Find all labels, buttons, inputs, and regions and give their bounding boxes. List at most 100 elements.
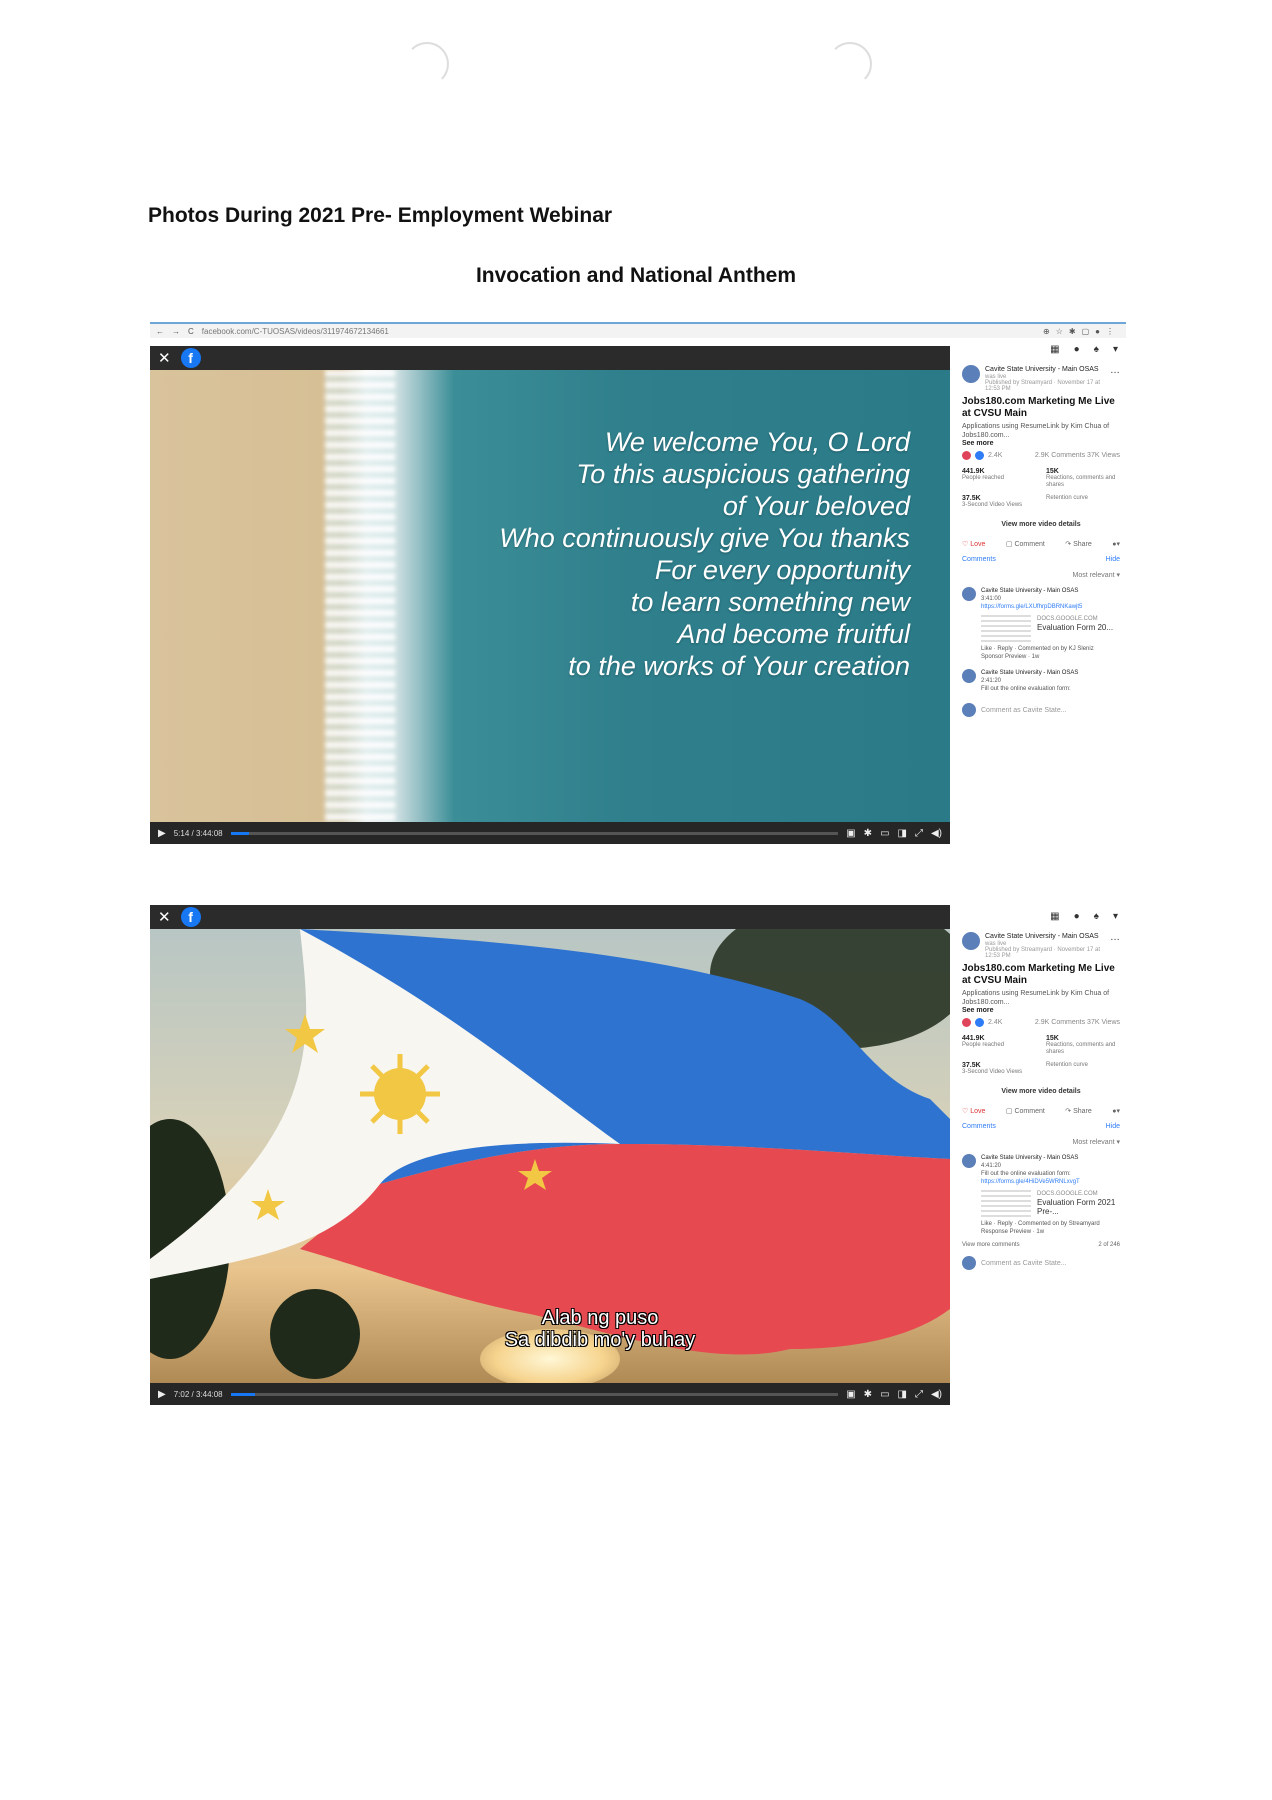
captions-icon[interactable]: ▣ — [846, 1389, 855, 1400]
video-progress-bar[interactable] — [230, 831, 839, 835]
facebook-logo-icon[interactable]: f — [180, 907, 201, 927]
more-options-icon[interactable]: … — [1110, 365, 1120, 376]
comment-composer[interactable]: Comment as Cavite State... — [956, 697, 1126, 723]
comment-link[interactable]: https://forms.gle/4HiDVe5WRNLxvgT — [981, 1178, 1120, 1186]
address-bar[interactable]: facebook.com/C-TUOSAS/videos/31197467213… — [202, 327, 389, 336]
comments-tab[interactable]: Comments — [962, 1123, 996, 1130]
pip-icon[interactable]: ◨ — [898, 1389, 907, 1400]
menu-grid-icon[interactable]: ▦ — [1050, 911, 1059, 922]
volume-icon[interactable]: ◀) — [931, 1389, 942, 1400]
comments-header: Comments Hide — [956, 548, 1126, 567]
comment-footer[interactable]: Like · Reply · Commented on by KJ Sleniz — [981, 645, 1113, 653]
captions-icon[interactable]: ▣ — [846, 828, 855, 839]
audience-selector[interactable]: ●▾ — [1112, 1107, 1120, 1115]
comment-footer-secondary: Sponsor Preview · 1w — [981, 654, 1040, 660]
page-name[interactable]: Cavite State University - Main OSAS — [985, 932, 1105, 941]
comment-button[interactable]: ▢ Comment — [1006, 540, 1045, 548]
reaction-summary[interactable]: 2.4K 2.9K Comments 37K Views — [962, 1018, 1120, 1027]
hd-icon[interactable]: ▭ — [880, 828, 889, 839]
hide-comments-link[interactable]: Hide — [1106, 1123, 1120, 1130]
comment-footer[interactable]: Like · Reply · Commented on by Streamyar… — [981, 1220, 1120, 1228]
love-button[interactable]: ♡ Love — [962, 540, 985, 548]
page-avatar[interactable] — [962, 932, 980, 950]
video-player[interactable]: ✕ f We welcome You, O Lord To this auspi… — [150, 346, 950, 844]
comment-footer-secondary: Response Preview · 1w — [981, 1229, 1045, 1235]
love-button[interactable]: ♡ Love — [962, 1107, 985, 1115]
settings-gear-icon[interactable]: ✱ — [864, 828, 872, 839]
reload-icon[interactable]: C — [188, 327, 194, 336]
notifications-bell-icon[interactable]: ♠ — [1094, 344, 1099, 355]
progress-fill — [230, 1392, 255, 1396]
comments-views-count[interactable]: 2.9K Comments 37K Views — [1035, 1019, 1120, 1026]
reaction-count: 2.4K — [988, 452, 1003, 459]
volume-icon[interactable]: ◀) — [931, 828, 942, 839]
page-name[interactable]: Cavite State University - Main OSAS — [985, 365, 1105, 374]
video-progress-bar[interactable] — [230, 1392, 839, 1396]
view-more-comments-row: View more comments 2 of 246 — [956, 1240, 1126, 1250]
hide-comments-link[interactable]: Hide — [1106, 556, 1120, 563]
menu-grid-icon[interactable]: ▦ — [1050, 344, 1059, 355]
account-chevron-icon[interactable]: ▾ — [1113, 911, 1118, 922]
hd-icon[interactable]: ▭ — [880, 1389, 889, 1400]
comment-button[interactable]: ▢ Comment — [1006, 1107, 1045, 1115]
browser-extension-icons[interactable]: ⊕☆✱▢●⋮ — [1043, 327, 1120, 336]
back-icon[interactable]: ← — [156, 327, 164, 336]
commenter-name[interactable]: Cavite State University - Main OSAS — [981, 669, 1078, 677]
comment-sort-dropdown[interactable]: Most relevant ▾ — [956, 567, 1126, 583]
comment-input[interactable]: Comment as Cavite State... — [981, 707, 1067, 714]
comments-tab[interactable]: Comments — [962, 556, 996, 563]
commenter-avatar[interactable] — [962, 1154, 976, 1168]
see-more-link[interactable]: See more — [962, 440, 1120, 447]
post-card: Cavite State University - Main OSAS was … — [956, 928, 1126, 1107]
commenter-avatar[interactable] — [962, 669, 976, 683]
facebook-logo-icon[interactable]: f — [180, 348, 201, 368]
commenter-avatar[interactable] — [962, 587, 976, 601]
link-preview-source: DOCS.GOOGLE.COM — [1037, 616, 1098, 622]
messenger-icon[interactable]: ● — [1074, 911, 1080, 922]
lyric-line: to the works of Your creation — [568, 651, 910, 681]
settings-gear-icon[interactable]: ✱ — [864, 1389, 872, 1400]
comment-composer[interactable]: Comment as Cavite State... — [956, 1250, 1126, 1276]
video-player[interactable]: ✕ f Alab ng puso Sa dibdib mo'y buhay ▶ … — [150, 905, 950, 1405]
pip-icon[interactable]: ◨ — [898, 828, 907, 839]
link-preview-source: DOCS.GOOGLE.COM — [1037, 1191, 1098, 1197]
stat-item: 15K Reactions, comments and shares — [1046, 468, 1120, 489]
comment-link[interactable]: https://forms.gle/LXUfhrpDBRNKawjt5 — [981, 603, 1113, 611]
subtitle-line: Alab ng puso — [541, 1307, 659, 1329]
view-details-button[interactable]: View more video details — [962, 521, 1120, 528]
link-preview-thumbnail — [981, 1190, 1031, 1220]
commenter-name[interactable]: Cavite State University - Main OSAS — [981, 587, 1113, 595]
comment-sort-dropdown[interactable]: Most relevant ▾ — [956, 1134, 1126, 1150]
link-preview[interactable]: DOCS.GOOGLE.COM Evaluation Form 20... — [981, 615, 1113, 645]
audience-selector[interactable]: ●▾ — [1112, 540, 1120, 548]
close-icon[interactable]: ✕ — [158, 908, 171, 926]
view-details-button[interactable]: View more video details — [962, 1088, 1120, 1095]
post-side-panel: ▦ ● ♠ ▾ Cavite State University - Main O… — [956, 905, 1126, 1405]
fullscreen-icon[interactable]: ⤢ — [915, 1389, 923, 1400]
see-more-link[interactable]: See more — [962, 1007, 1120, 1014]
link-preview[interactable]: DOCS.GOOGLE.COM Evaluation Form 2021 Pre… — [981, 1190, 1120, 1220]
stat-label: Reactions, comments and shares — [1046, 475, 1116, 488]
page-avatar[interactable] — [962, 365, 980, 383]
insights-stats: 441.9K People reached 15K Reactions, comme… — [962, 1035, 1120, 1076]
comment-item: Cavite State University - Main OSAS 4:41… — [956, 1150, 1126, 1240]
messenger-icon[interactable]: ● — [1074, 344, 1080, 355]
comments-views-count[interactable]: 2.9K Comments 37K Views — [1035, 452, 1120, 459]
love-label: Love — [970, 541, 986, 548]
notifications-bell-icon[interactable]: ♠ — [1094, 911, 1099, 922]
share-button[interactable]: ↷ Share — [1065, 1107, 1092, 1115]
link-preview-thumbnail — [981, 615, 1031, 645]
comment-input[interactable]: Comment as Cavite State... — [981, 1260, 1067, 1267]
play-icon[interactable]: ▶ — [158, 828, 166, 839]
share-button[interactable]: ↷ Share — [1065, 540, 1092, 548]
commenter-name[interactable]: Cavite State University - Main OSAS — [981, 1154, 1120, 1162]
fullscreen-icon[interactable]: ⤢ — [915, 828, 923, 839]
close-icon[interactable]: ✕ — [158, 349, 171, 367]
account-chevron-icon[interactable]: ▾ — [1113, 344, 1118, 355]
more-options-icon[interactable]: … — [1110, 932, 1120, 943]
reaction-summary[interactable]: 2.4K 2.9K Comments 37K Views — [962, 451, 1120, 460]
comment-time: 3:41:00 — [981, 596, 1002, 602]
play-icon[interactable]: ▶ — [158, 1389, 166, 1400]
view-more-comments-link[interactable]: View more comments — [962, 1242, 1020, 1248]
forward-icon[interactable]: → — [172, 327, 180, 336]
